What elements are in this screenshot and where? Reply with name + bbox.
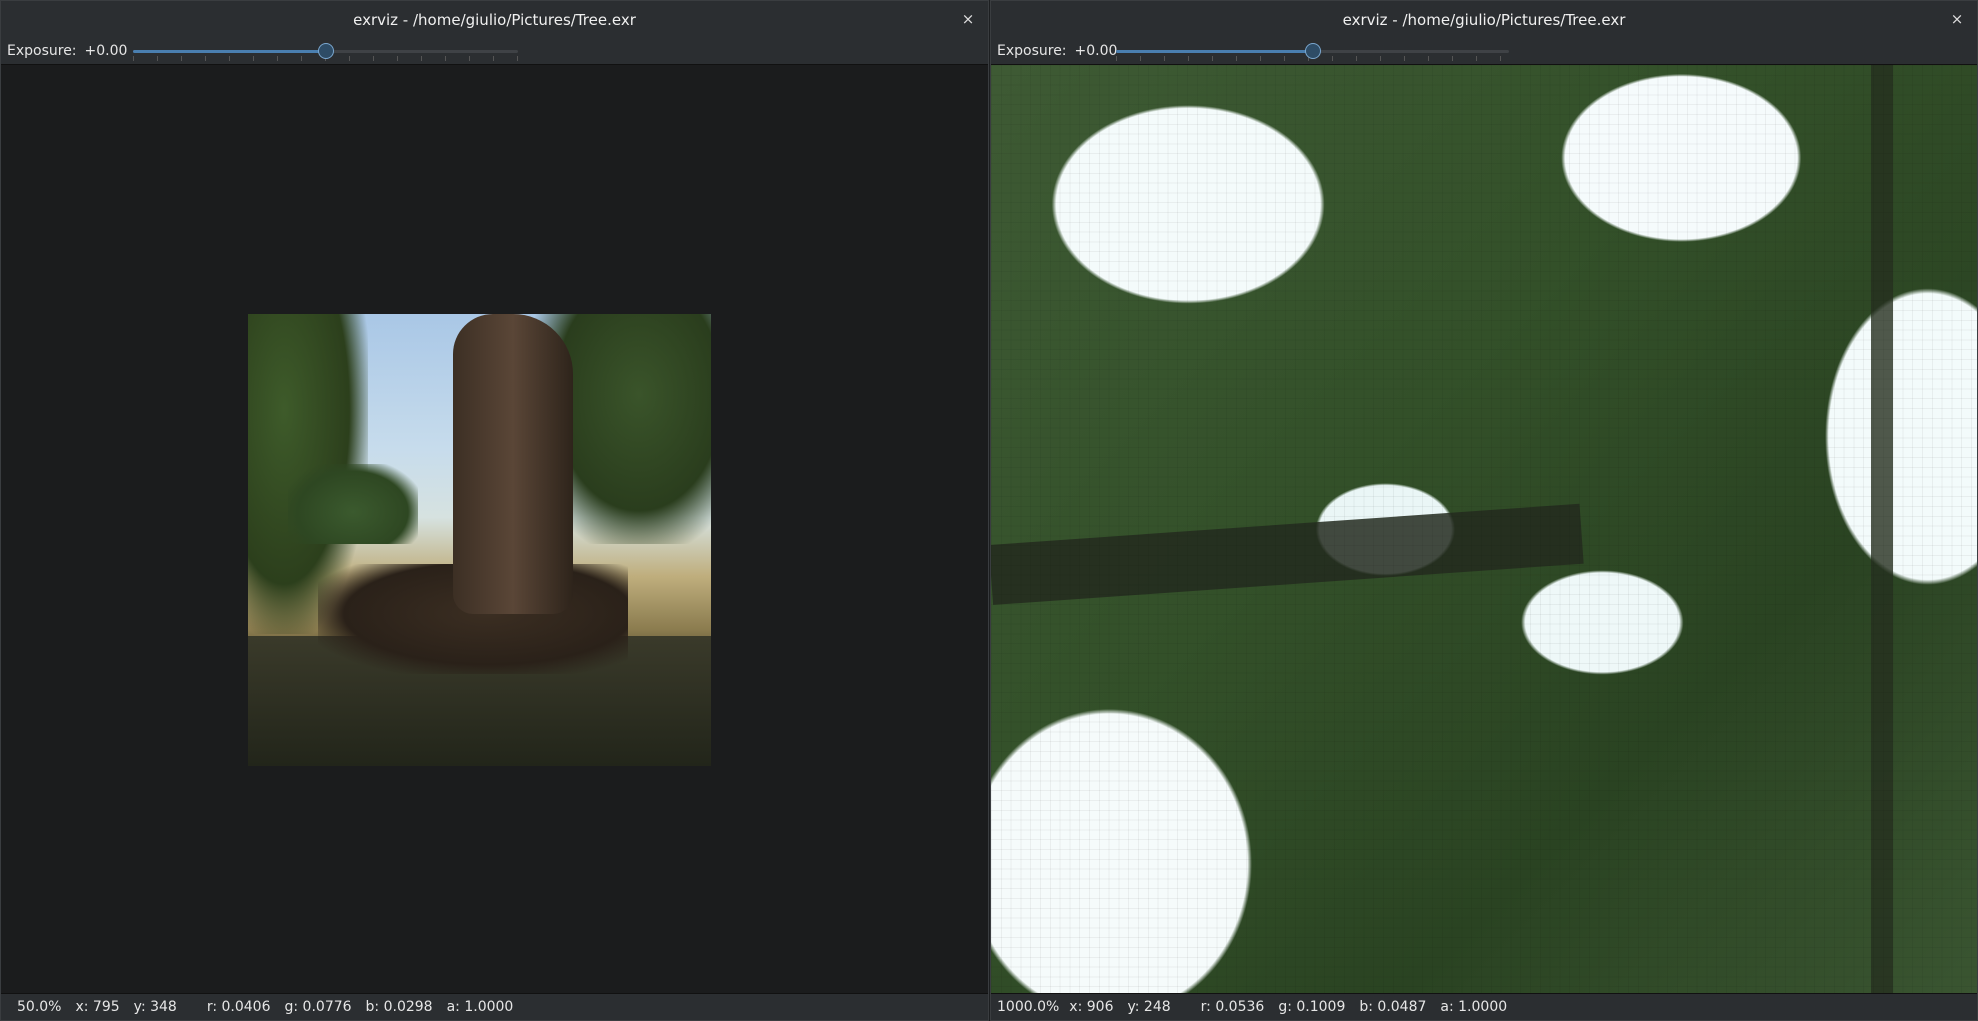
viewer-window-right: exrviz - /home/giulio/Pictures/Tree.exr … — [990, 0, 1978, 1021]
pixel-b: b: 0.0298 — [365, 999, 433, 1015]
exposure-label: Exposure: — [997, 43, 1067, 59]
slider-knob[interactable] — [317, 43, 334, 59]
cursor-x: x: 906 — [1069, 999, 1114, 1015]
trunk — [453, 314, 573, 614]
exposure-toolbar: Exposure: +0.00 — [1, 38, 988, 65]
image-viewport[interactable] — [991, 65, 1977, 994]
image-viewport[interactable] — [1, 65, 988, 994]
zoom-level: 50.0% — [17, 999, 62, 1015]
titlebar[interactable]: exrviz - /home/giulio/Pictures/Tree.exr … — [991, 1, 1977, 39]
pixel-g: g: 0.0776 — [284, 999, 352, 1015]
close-icon[interactable]: × — [958, 9, 978, 29]
cursor-y: y: 348 — [133, 999, 177, 1015]
titlebar[interactable]: exrviz - /home/giulio/Pictures/Tree.exr … — [1, 1, 988, 39]
pixel-r: r: 0.0406 — [206, 999, 271, 1015]
pixel-b: b: 0.0487 — [1359, 999, 1427, 1015]
background-trees — [288, 464, 418, 544]
exposure-slider[interactable] — [133, 42, 518, 61]
zoomed-image — [991, 65, 1977, 994]
slider-fill — [133, 50, 326, 53]
window-title: exrviz - /home/giulio/Pictures/Tree.exr — [353, 10, 636, 29]
exposure-value: +0.00 — [84, 43, 128, 59]
viewer-window-left: exrviz - /home/giulio/Pictures/Tree.exr … — [0, 0, 989, 1021]
cursor-x: x: 795 — [75, 999, 120, 1015]
slider-fill — [1116, 50, 1313, 53]
statusbar: 1000.0% x: 906 y: 248 r: 0.0536 g: 0.100… — [991, 993, 1977, 1020]
pixel-g: g: 0.1009 — [1278, 999, 1346, 1015]
zoom-level: 1000.0% — [997, 999, 1060, 1015]
exposure-slider[interactable] — [1116, 42, 1509, 61]
exposure-value: +0.00 — [1074, 43, 1118, 59]
window-title: exrviz - /home/giulio/Pictures/Tree.exr — [1342, 10, 1626, 29]
pixel-grid — [991, 65, 1977, 994]
tree-image — [248, 314, 711, 766]
pixel-r: r: 0.0536 — [1200, 999, 1265, 1015]
cursor-y: y: 248 — [1127, 999, 1171, 1015]
statusbar: 50.0% x: 795 y: 348 r: 0.0406 g: 0.0776 … — [1, 993, 988, 1020]
close-icon[interactable]: × — [1947, 9, 1967, 29]
pixel-a: a: 1.0000 — [446, 999, 514, 1015]
pixel-a: a: 1.0000 — [1440, 999, 1508, 1015]
exposure-toolbar: Exposure: +0.00 — [991, 38, 1977, 65]
exposure-label: Exposure: — [7, 43, 77, 59]
slider-knob[interactable] — [1304, 43, 1321, 59]
